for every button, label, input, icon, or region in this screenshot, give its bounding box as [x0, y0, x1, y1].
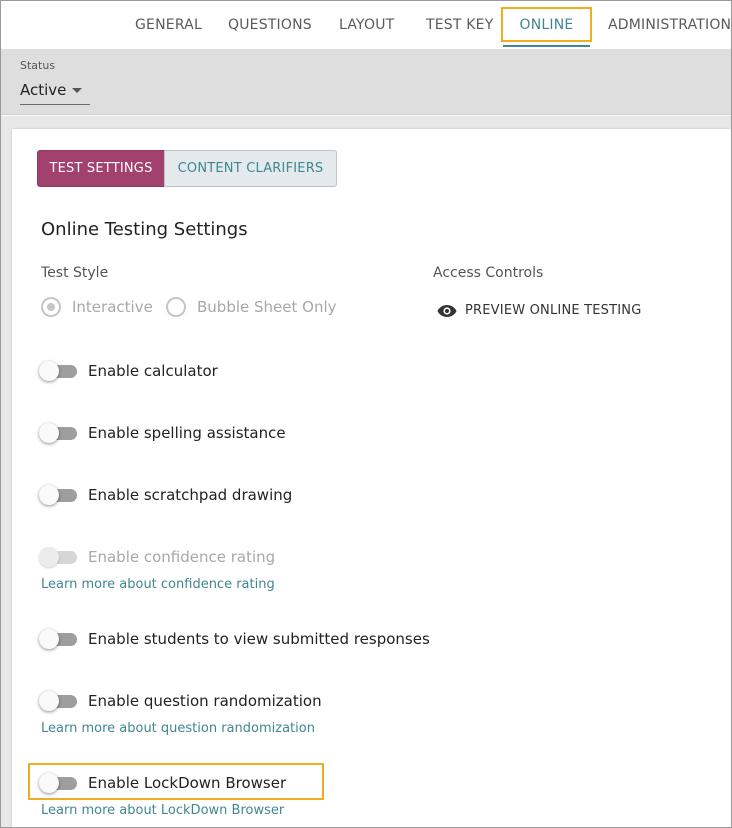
test-style-label: Test Style: [41, 265, 109, 281]
toggle-view-submitted-responses-label: Enable students to view submitted respon…: [88, 630, 430, 648]
radio-bubble-sheet-label: Bubble Sheet Only: [197, 298, 337, 316]
toggle-thumb: [39, 547, 59, 567]
status-dropdown[interactable]: Active: [20, 77, 90, 105]
tab-questions[interactable]: QUESTIONS: [228, 1, 312, 49]
status-bar: Status Active: [1, 49, 731, 115]
toggle-calculator[interactable]: [39, 361, 77, 381]
toggle-view-submitted-responses[interactable]: [39, 629, 77, 649]
learn-more-confidence-link[interactable]: Learn more about confidence rating: [41, 577, 275, 592]
access-controls-label: Access Controls: [433, 265, 544, 281]
toggle-confidence-rating-label: Enable confidence rating: [88, 548, 276, 566]
top-nav: GENERAL QUESTIONS LAYOUT TEST KEY ONLINE…: [1, 1, 731, 49]
toggle-thumb: [39, 485, 59, 505]
learn-more-lockdown-link[interactable]: Learn more about LockDown Browser: [41, 803, 284, 818]
radio-bubble-sheet[interactable]: [166, 297, 186, 317]
online-tab-highlight-box: [501, 7, 592, 42]
radio-interactive[interactable]: [41, 297, 61, 317]
toggle-thumb: [39, 629, 59, 649]
toggle-thumb: [39, 423, 59, 443]
lockdown-highlight-box: [28, 763, 324, 800]
radio-interactive-label: Interactive: [72, 298, 153, 316]
toggle-scratchpad-drawing[interactable]: [39, 485, 77, 505]
learn-more-randomization-link[interactable]: Learn more about question randomization: [41, 721, 315, 736]
subtab-content-clarifiers[interactable]: CONTENT CLARIFIERS: [164, 150, 337, 187]
toggle-calculator-label: Enable calculator: [88, 362, 218, 380]
active-tab-underline: [503, 45, 590, 47]
status-value: Active: [20, 81, 67, 99]
toggle-question-randomization[interactable]: [39, 691, 77, 711]
eye-icon: [437, 305, 457, 317]
toggle-spelling-assistance-label: Enable spelling assistance: [88, 424, 286, 442]
toggle-thumb: [39, 361, 59, 381]
preview-online-testing-label: PREVIEW ONLINE TESTING: [465, 303, 642, 318]
tab-test-key[interactable]: TEST KEY: [426, 1, 493, 49]
section-title: Online Testing Settings: [41, 219, 248, 240]
status-label: Status: [20, 59, 56, 72]
toggle-confidence-rating: [39, 547, 77, 567]
caret-down-icon: [72, 88, 82, 93]
subtab-test-settings[interactable]: TEST SETTINGS: [37, 150, 165, 187]
toggle-scratchpad-drawing-label: Enable scratchpad drawing: [88, 486, 293, 504]
radio-selected-dot: [47, 303, 55, 311]
toggle-question-randomization-label: Enable question randomization: [88, 692, 322, 710]
tab-administration[interactable]: ADMINISTRATION: [608, 1, 731, 49]
tab-layout[interactable]: LAYOUT: [339, 1, 394, 49]
app-frame: GENERAL QUESTIONS LAYOUT TEST KEY ONLINE…: [0, 0, 732, 828]
toggle-thumb: [39, 691, 59, 711]
toggle-spelling-assistance[interactable]: [39, 423, 77, 443]
tab-general[interactable]: GENERAL: [135, 1, 202, 49]
